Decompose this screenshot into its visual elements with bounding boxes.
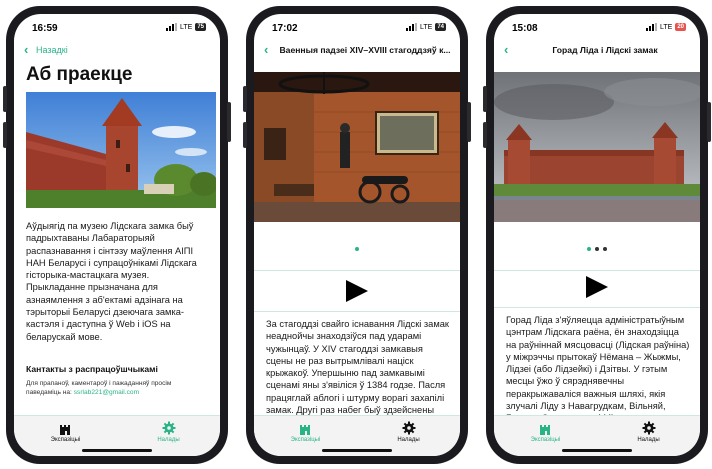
- play-button[interactable]: [586, 276, 608, 298]
- back-chevron-icon[interactable]: ‹: [24, 42, 28, 57]
- tab-settings[interactable]: Налады: [597, 420, 700, 443]
- clock: 17:02: [272, 23, 298, 34]
- network-label: LTE: [419, 23, 433, 31]
- nav-bar: ‹ Горад Ліда і Лідскі замак: [494, 40, 700, 62]
- play-button[interactable]: [346, 280, 368, 302]
- about-description: Аўдыягід па музею Лідскага замка быў пад…: [26, 221, 197, 342]
- power-button: [467, 102, 471, 142]
- signal-icon: [645, 23, 657, 31]
- contacts-text: Для прапаноў, каментароў і пажаданняў пр…: [26, 380, 172, 396]
- page-title: Аб праекце: [26, 64, 133, 85]
- divider: [254, 270, 460, 271]
- network-label: LTE: [179, 23, 193, 31]
- tab-settings[interactable]: Налады: [357, 420, 460, 443]
- signal-icon: [165, 23, 177, 31]
- gear-icon: [357, 420, 460, 436]
- pager-dot[interactable]: [595, 247, 599, 251]
- tab-expositions[interactable]: Экспазіцыі: [254, 420, 357, 443]
- battery-icon: 74: [435, 23, 446, 31]
- network-label: LTE: [659, 23, 673, 31]
- pager-dot[interactable]: [355, 247, 359, 251]
- contact-email-link[interactable]: ssrlab221@gmail.com: [74, 389, 139, 396]
- volume-button: [3, 122, 7, 148]
- back-button[interactable]: Назадкі: [36, 45, 68, 55]
- castle-river-photo: [494, 72, 700, 222]
- pager-dots[interactable]: [494, 247, 700, 251]
- screen: 17:02 LTE 74 ‹ Ваенныя падзеі XIV–XVIII …: [254, 14, 460, 456]
- tab-bar: Экспазіцыі Налады: [254, 415, 460, 456]
- tab-expositions[interactable]: Экспазіцыі: [494, 420, 597, 443]
- home-indicator: [562, 449, 632, 452]
- tab-settings[interactable]: Налады: [117, 420, 220, 443]
- castle-icon: [494, 420, 597, 436]
- divider: [494, 307, 700, 308]
- signal-icon: [405, 23, 417, 31]
- volume-button: [483, 86, 487, 112]
- gear-icon: [597, 420, 700, 436]
- volume-button: [483, 122, 487, 148]
- castle-icon: [254, 420, 357, 436]
- phone-lida-town: 15:08 LTE 20 ‹ Горад Ліда і Лідскі замак: [483, 6, 711, 464]
- divider: [494, 270, 700, 271]
- castle-icon: [14, 420, 117, 436]
- clock: 15:08: [512, 23, 538, 34]
- nav-bar: ‹ Ваенныя падзеі XIV–XVIII стагоддзяў к.…: [254, 40, 460, 62]
- home-indicator: [322, 449, 392, 452]
- power-button: [227, 102, 231, 142]
- castle-tower-photo: [26, 92, 216, 208]
- status-bar: 17:02 LTE 74: [254, 14, 460, 40]
- pager-dots[interactable]: [254, 247, 460, 251]
- home-indicator: [82, 449, 152, 452]
- screen-title: Ваенныя падзеі XIV–XVIII стагоддзяў к...: [279, 45, 451, 55]
- screen: 16:59 LTE 75 ‹ Назадкі Аб праекце Аўдыяг…: [14, 14, 220, 456]
- screen: 15:08 LTE 20 ‹ Горад Ліда і Лідскі замак: [494, 14, 700, 456]
- status-bar: 16:59 LTE 75: [14, 14, 220, 40]
- back-chevron-icon[interactable]: ‹: [264, 42, 268, 57]
- back-chevron-icon[interactable]: ‹: [504, 42, 508, 57]
- volume-button: [243, 122, 247, 148]
- pager-dot[interactable]: [587, 247, 591, 251]
- phone-military-events: 17:02 LTE 74 ‹ Ваенныя падзеі XIV–XVIII …: [243, 6, 471, 464]
- tab-expositions[interactable]: Экспазіцыі: [14, 420, 117, 443]
- story-text: Горад Ліда з'яўляецца адміністратыўным ц…: [506, 315, 690, 423]
- tab-bar: Экспазіцыі Налады: [494, 415, 700, 456]
- volume-button: [243, 86, 247, 112]
- volume-button: [3, 86, 7, 112]
- clock: 16:59: [32, 23, 58, 34]
- gear-icon: [117, 420, 220, 436]
- pager-dot[interactable]: [603, 247, 607, 251]
- status-bar: 15:08 LTE 20: [494, 14, 700, 40]
- museum-hall-photo: [254, 72, 460, 222]
- battery-icon: 20: [675, 23, 686, 31]
- power-button: [707, 102, 711, 142]
- divider: [254, 311, 460, 312]
- screen-title: Горад Ліда і Лідскі замак: [552, 45, 658, 55]
- battery-icon: 75: [195, 23, 206, 31]
- contacts-heading: Кантакты з распрацоўшчыкамі: [26, 364, 158, 374]
- tab-bar: Экспазіцыі Налады: [14, 415, 220, 456]
- phone-about: 16:59 LTE 75 ‹ Назадкі Аб праекце Аўдыяг…: [3, 6, 231, 464]
- nav-bar: ‹ Назадкі: [14, 40, 220, 62]
